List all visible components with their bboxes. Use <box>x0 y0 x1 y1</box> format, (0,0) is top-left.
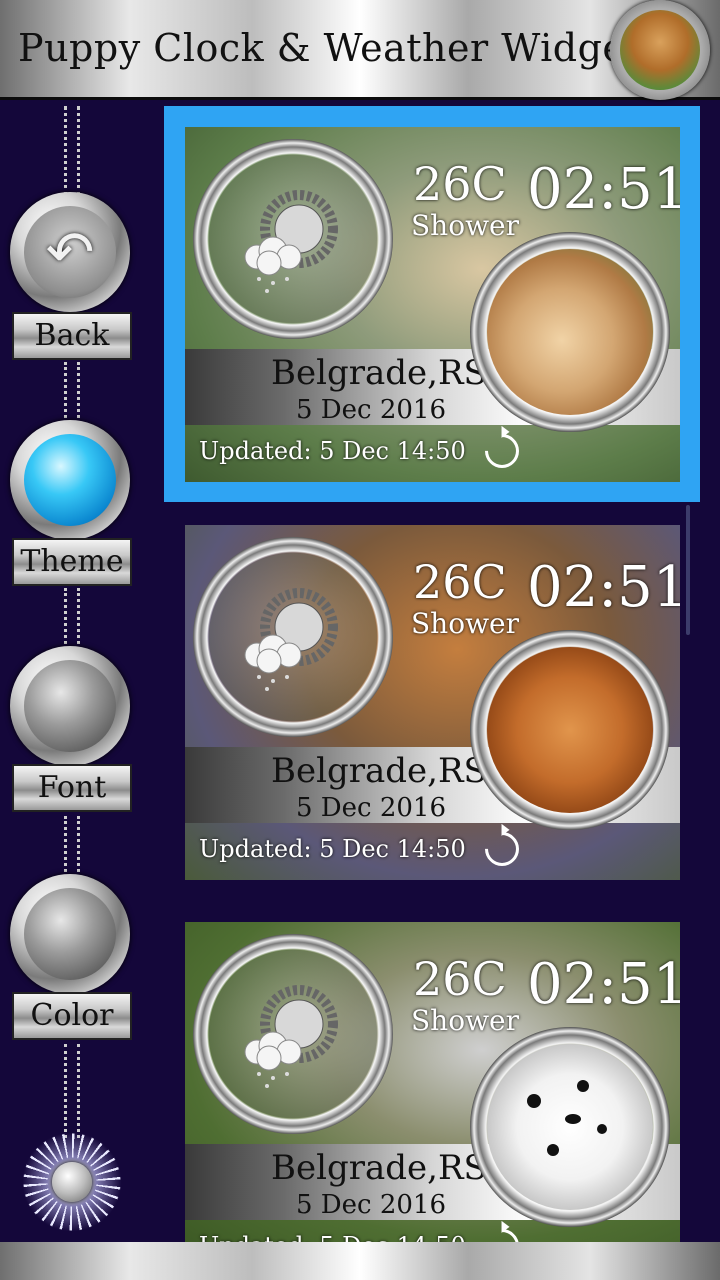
refresh-icon[interactable] <box>477 1221 527 1242</box>
city-name: Belgrade,RS <box>271 1148 487 1188</box>
date-label: 5 Dec 2016 <box>295 395 447 425</box>
clock-time: 02:51 <box>527 555 680 620</box>
blue-orb-icon <box>24 434 116 526</box>
weather-condition: Shower <box>411 1004 519 1037</box>
silver-orb-icon <box>24 660 116 752</box>
dalmatian-nose <box>565 1114 581 1124</box>
temperature: 26C <box>413 952 507 1006</box>
back-button[interactable]: ↶ <box>10 192 130 312</box>
scrollbar-thumb[interactable] <box>686 505 690 635</box>
chain-decoration <box>64 1044 80 1138</box>
temperature: 26C <box>413 555 507 609</box>
temperature: 26C <box>413 157 507 211</box>
widget-preview-card[interactable]: 26C Shower 02:51 Belgrade,RS 5 Dec 2016 … <box>185 922 680 1242</box>
two-puppies-photo <box>487 249 653 415</box>
updated-label: Updated: 5 Dec 14:50 <box>199 835 466 863</box>
dalmatian-puppy-photo <box>487 1044 653 1210</box>
weather-condition: Shower <box>411 607 519 640</box>
font-button[interactable] <box>10 646 130 766</box>
app-title: Puppy Clock & Weather Widget <box>18 26 642 70</box>
refresh-icon[interactable] <box>477 426 527 476</box>
weather-condition: Shower <box>411 209 519 242</box>
sun-settings-icon[interactable] <box>22 1132 122 1232</box>
footer-bar <box>0 1242 720 1280</box>
clock-time: 02:51 <box>527 952 680 1017</box>
weather-ring <box>193 934 393 1134</box>
chain-decoration <box>64 106 80 196</box>
back-button-face: ↶ <box>24 206 116 298</box>
updated-label: Updated: 5 Dec 14:50 <box>199 437 466 465</box>
clock-time: 02:51 <box>527 157 680 222</box>
updated-label: Updated: 5 Dec 14:50 <box>199 1232 466 1242</box>
sun-cloud-rain-icon <box>244 190 338 293</box>
dalmatian-spot <box>577 1080 589 1092</box>
app-header: Puppy Clock & Weather Widget <box>0 0 720 100</box>
refresh-icon[interactable] <box>477 824 527 874</box>
color-label[interactable]: Color <box>12 992 132 1040</box>
puppy-ring <box>470 232 670 432</box>
dalmatian-spot <box>547 1144 559 1156</box>
puppy-ring <box>470 1027 670 1227</box>
weather-ring <box>193 139 393 339</box>
puppy-avatar-photo <box>620 10 700 90</box>
sun-cloud-rain-icon <box>244 588 338 691</box>
dalmatian-spot <box>527 1094 541 1108</box>
city-name: Belgrade,RS <box>271 353 487 393</box>
dalmatian-spot <box>597 1124 607 1134</box>
font-label[interactable]: Font <box>12 764 132 812</box>
golden-puppy-photo <box>487 647 653 813</box>
weather-ring <box>193 537 393 737</box>
widget-preview-card[interactable]: 26C Shower 02:51 Belgrade,RS 5 Dec 2016 … <box>185 127 680 482</box>
silver-orb-icon <box>24 888 116 980</box>
puppy-avatar-icon[interactable] <box>610 0 710 100</box>
city-name: Belgrade,RS <box>271 751 487 791</box>
sun-cloud-rain-icon <box>244 985 338 1088</box>
sun-core <box>52 1162 92 1202</box>
chain-decoration <box>64 588 80 650</box>
widget-preview-card[interactable]: 26C Shower 02:51 Belgrade,RS 5 Dec 2016 … <box>185 525 680 880</box>
color-button[interactable] <box>10 874 130 994</box>
chain-decoration <box>64 362 80 424</box>
date-label: 5 Dec 2016 <box>295 1190 447 1220</box>
date-label: 5 Dec 2016 <box>295 793 447 823</box>
theme-label[interactable]: Theme <box>12 538 132 586</box>
back-arrow-icon: ↶ <box>45 218 95 286</box>
puppy-ring <box>470 630 670 830</box>
theme-button[interactable] <box>10 420 130 540</box>
back-label[interactable]: Back <box>12 312 132 360</box>
chain-decoration <box>64 816 80 878</box>
